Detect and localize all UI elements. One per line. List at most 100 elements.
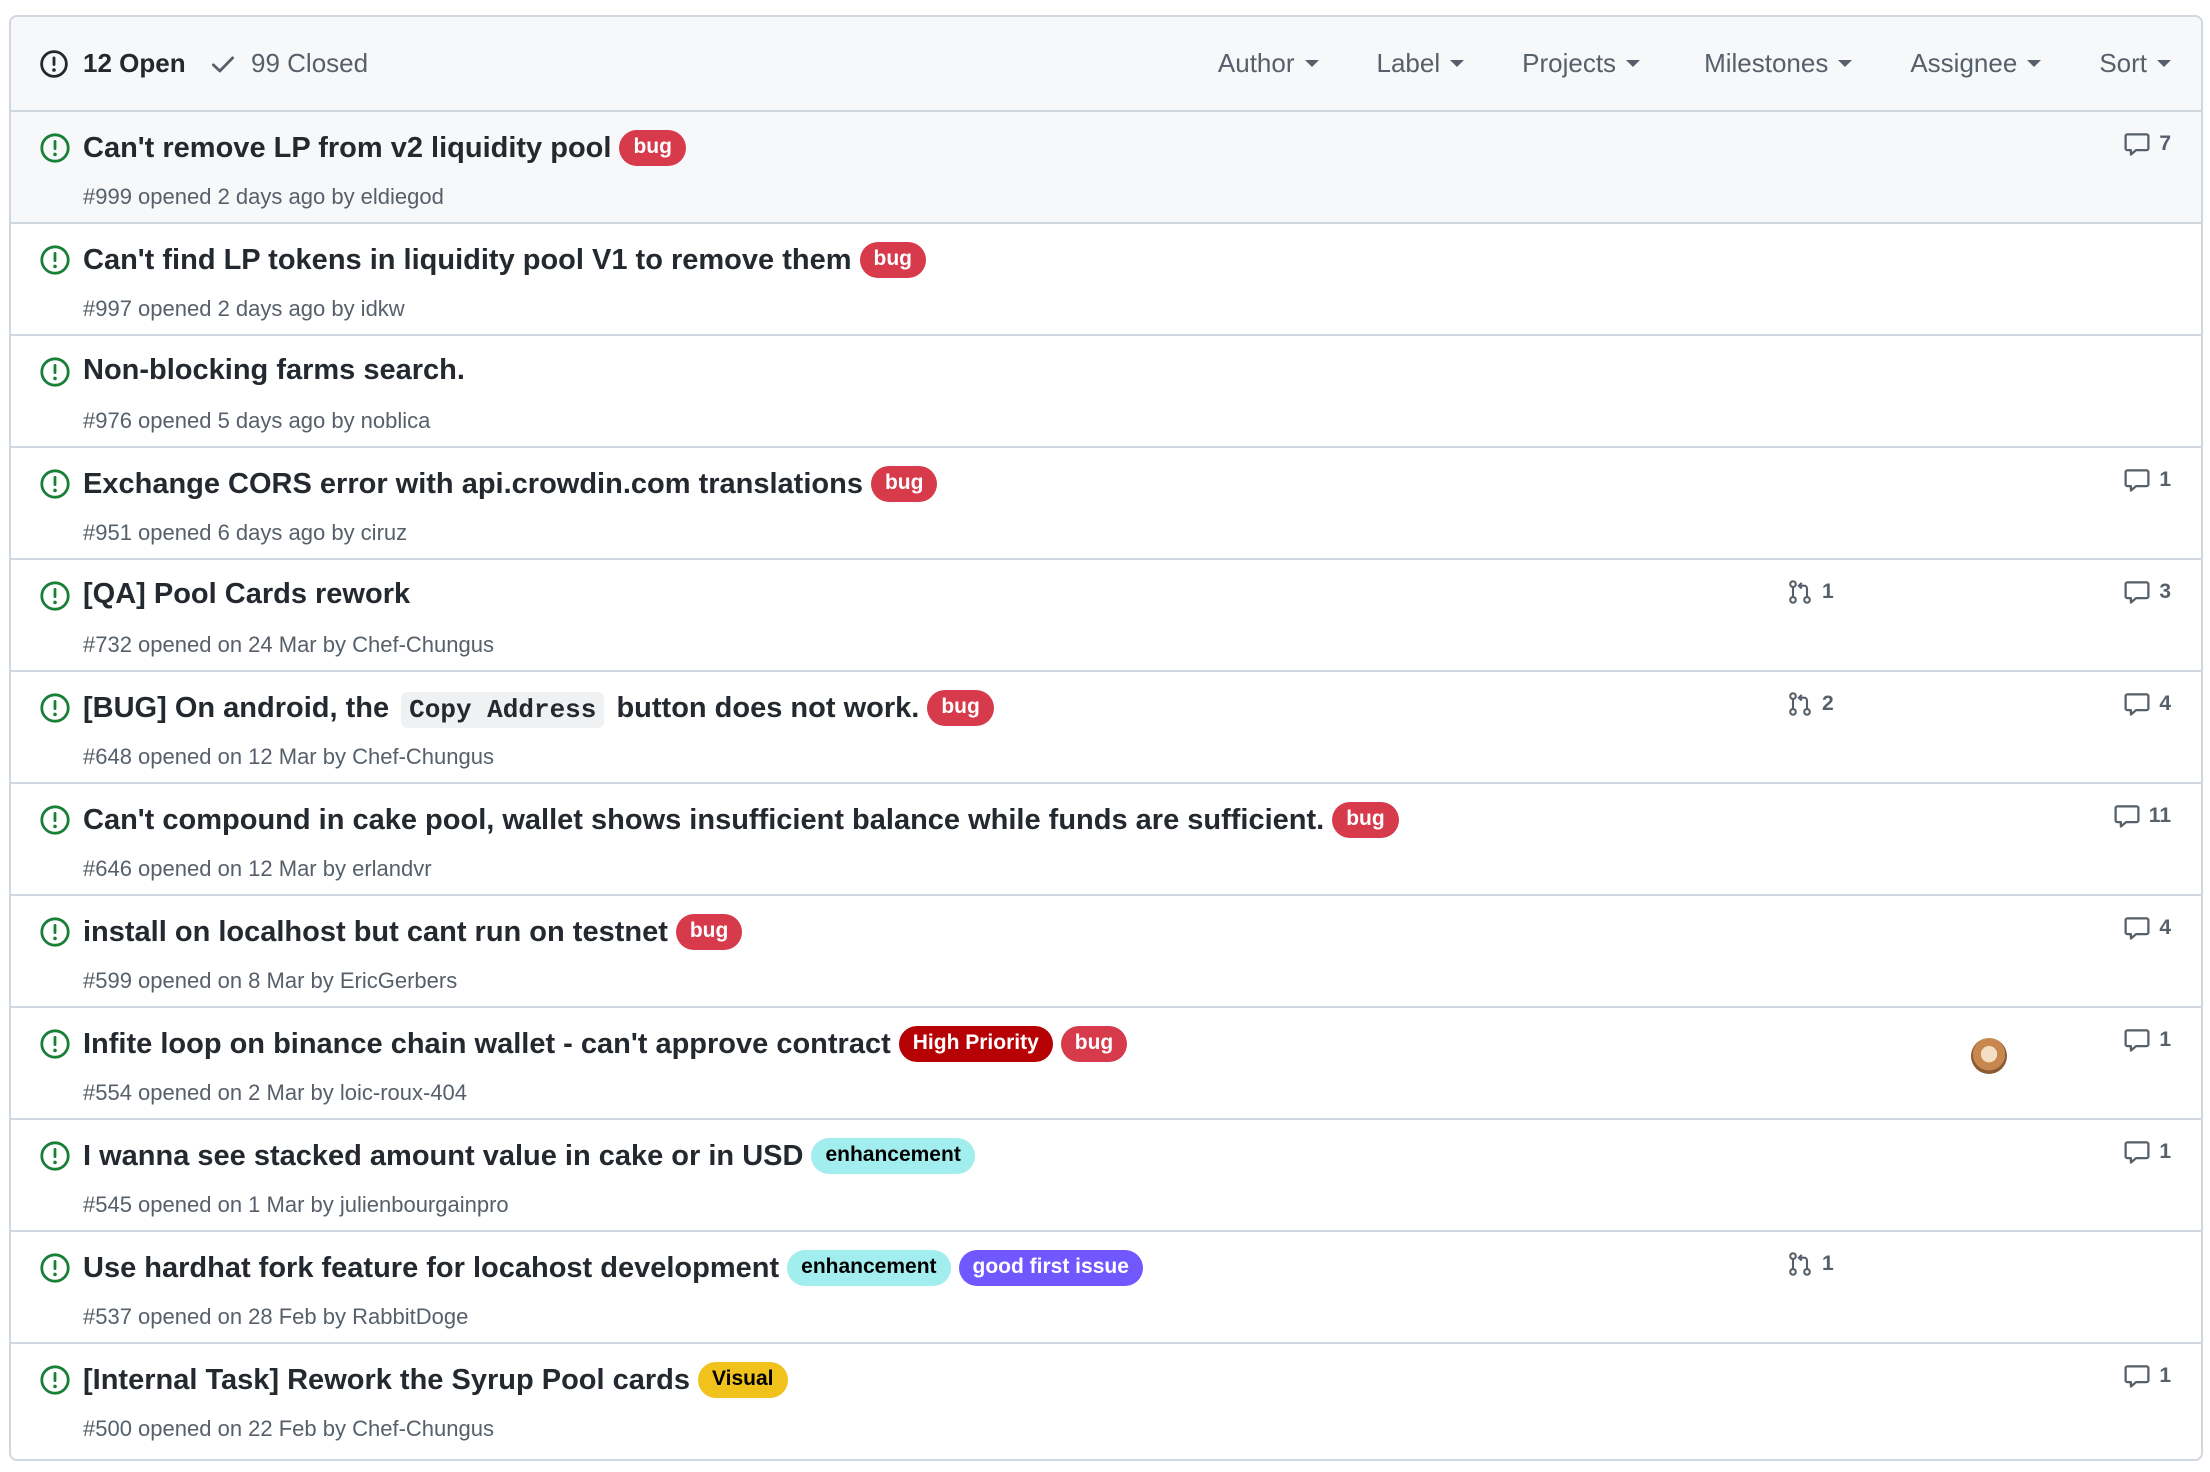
issue-row[interactable]: Can't remove LP from v2 liquidity pool bu… [11,112,2201,224]
label-bug[interactable]: bug [1060,1026,1128,1062]
issue-title-link[interactable]: Can't find LP tokens in liquidity pool V… [83,244,852,277]
comments-link[interactable]: 11 [2113,802,2171,830]
label-enhancement[interactable]: enhancement [787,1250,951,1286]
label-bug[interactable]: bug [619,130,686,166]
issue-title-link[interactable]: [QA] Pool Cards rework [83,578,410,611]
issue-meta: #500 opened on 22 Feb by Chef-Chungus [83,1416,494,1441]
assignee-avatar[interactable] [1971,1038,2007,1074]
issue-opened-icon [39,356,71,388]
issue-title-link[interactable]: [Internal Task] Rework the Syrup Pool ca… [83,1364,690,1397]
filter-assignee[interactable]: Assignee [1910,48,2042,79]
issue-row[interactable]: [Internal Task] Rework the Syrup Pool ca… [11,1344,2201,1456]
filter-label: Author [1217,48,1295,78]
issues-header: 12 Open 99 Closed Author Label Projects Mil… [11,17,2201,112]
label-bug[interactable]: bug [859,242,926,278]
issue-title-link[interactable]: Can't compound in cake pool, wallet show… [83,804,1324,837]
label-good-first-issue[interactable]: good first issue [958,1250,1143,1286]
issue-opened-icon [39,468,71,500]
inline-code: Copy Address [401,691,605,728]
comment-count: 3 [2159,580,2171,603]
linked-pr-count: 1 [1822,1252,1834,1275]
issue-opened-icon [39,580,71,612]
comments-link[interactable]: 1 [2123,1362,2171,1390]
issue-title-link[interactable]: I wanna see stacked amount value in cake… [83,1140,803,1173]
issue-meta: #646 opened on 12 Mar by erlandvr [83,856,432,881]
filter-bar: Author Label Projects Milestones Assignee Sor… [1218,17,2171,110]
filter-sort[interactable]: Sort [2099,48,2171,79]
issue-row[interactable]: install on localhost but cant run on tes… [11,896,2201,1008]
linked-pull-requests[interactable]: 1 [1786,1250,1834,1278]
linked-pull-requests[interactable]: 1 [1786,578,1834,606]
comments-link[interactable]: 7 [2123,130,2171,158]
issue-title-link[interactable]: Can't remove LP from v2 liquidity pool [83,132,611,165]
issue-row[interactable]: [QA] Pool Cards rework #732 opened on 24 … [11,560,2201,672]
issue-title-line: Can't compound in cake pool, wallet show… [83,802,1399,838]
comments-link[interactable]: 3 [2123,578,2171,606]
label-bug[interactable]: bug [870,466,938,502]
comments-link[interactable]: 1 [2123,466,2171,494]
issue-opened-icon [39,1028,71,1060]
issue-opened-icon [39,692,71,724]
issue-title-line: [BUG] On android, the Copy Address butto… [83,690,994,728]
issue-row[interactable]: I wanna see stacked amount value in cake… [11,1120,2201,1232]
issue-opened-icon [39,1252,71,1284]
issue-title-line: Exchange CORS error with api.crowdin.com… [83,466,938,502]
linked-pull-requests[interactable]: 2 [1786,690,1834,718]
filter-label[interactable]: Label [1377,48,1465,79]
issue-opened-icon [39,1364,71,1396]
issue-title-link[interactable]: Non-blocking farms search. [83,354,465,387]
issue-row[interactable]: [BUG] On android, the Copy Address butto… [11,672,2201,784]
issue-row[interactable]: Can't compound in cake pool, wallet show… [11,784,2201,896]
comments-link[interactable]: 1 [2123,1138,2171,1166]
caret-down-icon [1626,60,1641,67]
issue-title-link[interactable]: [BUG] On android, the Copy Address butto… [83,691,919,728]
issue-row[interactable]: Infite loop on binance chain wallet - ca… [11,1008,2201,1120]
filter-label: Milestones [1704,48,1829,78]
filter-milestones[interactable]: Milestones [1704,48,1853,79]
linked-pr-count: 2 [1822,692,1834,715]
label-bug[interactable]: bug [675,914,743,950]
issue-title-link[interactable]: Use hardhat fork feature for locahost de… [83,1252,779,1285]
issue-meta: #951 opened 6 days ago by ciruz [83,520,408,545]
issue-title-link[interactable]: install on localhost but cant run on tes… [83,916,668,949]
comment-count: 1 [2159,1140,2171,1163]
label-bug[interactable]: bug [1332,802,1399,838]
filter-projects[interactable]: Projects [1522,48,1641,79]
issue-row[interactable]: Use hardhat fork feature for locahost de… [11,1232,2201,1344]
issue-opened-icon [39,1140,71,1172]
closed-issues-tab[interactable]: 99 Closed [209,17,368,110]
issue-row[interactable]: Exchange CORS error with api.crowdin.com… [11,448,2201,560]
label-visual[interactable]: Visual [698,1362,788,1398]
label-high-priority[interactable]: High Priority [898,1026,1053,1062]
issue-title-link[interactable]: Exchange CORS error with api.crowdin.com… [83,468,863,501]
issue-opened-icon [39,49,69,79]
issue-row[interactable]: Can't find LP tokens in liquidity pool V… [11,224,2201,336]
open-issues-tab[interactable]: 12 Open [39,17,186,110]
pull-request-icon [1789,1252,1811,1276]
comment-count: 4 [2159,916,2171,939]
issue-title-text: [BUG] On android, the [83,691,398,724]
issue-title-line: Can't find LP tokens in liquidity pool V… [83,242,926,278]
label-bug[interactable]: bug [927,690,994,726]
caret-down-icon [2027,60,2042,67]
comment-icon [2124,693,2150,716]
comment-icon [2124,581,2150,604]
issue-meta: #537 opened on 28 Feb by RabbitDoge [83,1304,469,1329]
issue-title-link[interactable]: Infite loop on binance chain wallet - ca… [83,1028,891,1061]
issue-opened-icon [39,132,71,164]
issues-panel: 12 Open 99 Closed Author Label Projects Mil… [9,15,2203,1461]
issue-opened-icon [39,916,71,948]
comments-link[interactable]: 4 [2123,690,2171,718]
issue-title-line: [QA] Pool Cards rework [83,578,410,611]
comment-icon [2124,1141,2150,1164]
issue-meta: #732 opened on 24 Mar by Chef-Chungus [83,632,494,657]
caret-down-icon [2157,60,2171,67]
issue-meta: #997 opened 2 days ago by idkw [83,296,405,321]
closed-count-label: 99 Closed [251,48,369,78]
label-enhancement[interactable]: enhancement [811,1138,975,1174]
comments-link[interactable]: 4 [2123,914,2171,942]
issue-row[interactable]: Non-blocking farms search. #976 opened 5 … [11,336,2201,448]
filter-author[interactable]: Author [1218,48,1319,79]
comments-link[interactable]: 1 [2123,1026,2171,1054]
comment-icon [2124,1029,2150,1052]
